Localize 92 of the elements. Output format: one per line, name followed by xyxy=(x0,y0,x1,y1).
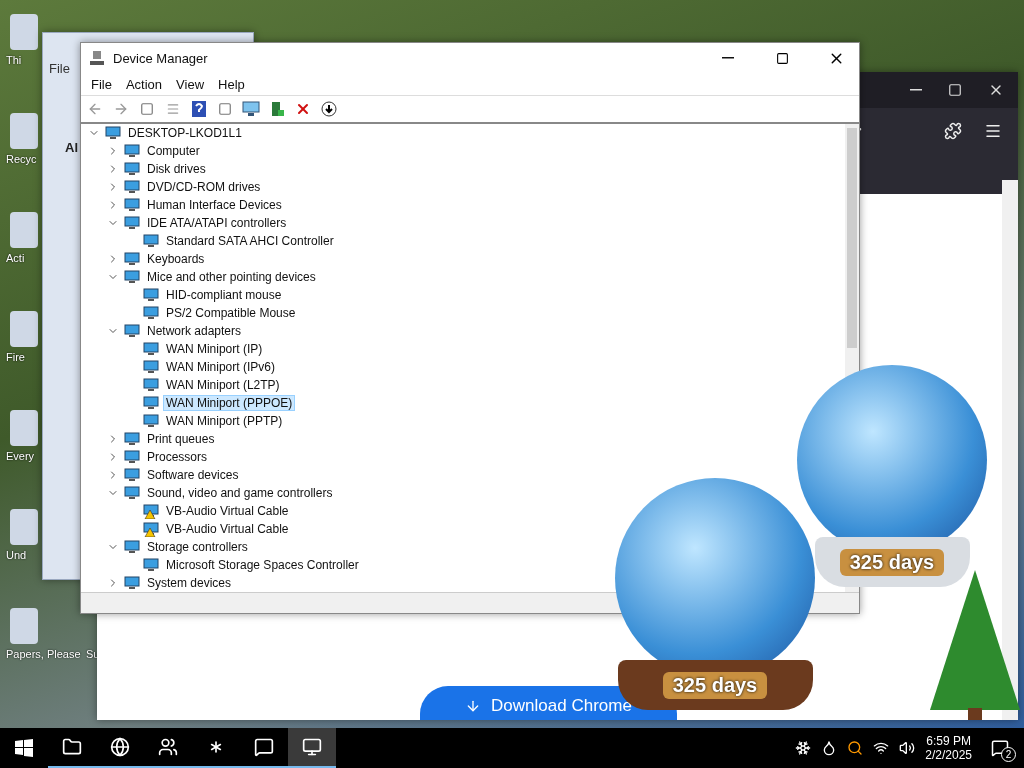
minimize-icon xyxy=(722,57,734,59)
tree-item[interactable]: Software devices xyxy=(144,467,242,483)
clock-time[interactable]: 6:59 PM xyxy=(926,734,971,748)
tree-item[interactable]: WAN Miniport (L2TP) xyxy=(163,377,283,393)
desktop-icon-label[interactable]: Every xyxy=(6,450,35,462)
desktop-icon-label[interactable]: Fire xyxy=(6,351,25,363)
monitor-icon xyxy=(302,737,322,757)
volume-icon[interactable] xyxy=(899,740,916,756)
countdown-label: 325 days xyxy=(839,548,945,576)
clock-date[interactable]: 2/2/2025 xyxy=(925,748,972,762)
scrollbar[interactable] xyxy=(1002,180,1018,720)
cross-icon xyxy=(295,101,311,117)
device-icon xyxy=(124,539,140,555)
window-icon xyxy=(140,102,154,116)
chat-bubble-icon xyxy=(991,739,1009,757)
tree-item[interactable]: IDE ATA/ATAPI controllers xyxy=(144,215,290,231)
tree-item[interactable]: Print queues xyxy=(144,431,218,447)
minimize-icon[interactable] xyxy=(910,89,922,91)
help-button[interactable] xyxy=(189,99,209,119)
desktop-icon-label[interactable]: Und xyxy=(6,549,27,561)
device-icon xyxy=(105,125,121,141)
tree-item[interactable]: Network adapters xyxy=(144,323,245,339)
search-icon[interactable] xyxy=(847,740,864,756)
tree-item[interactable]: Disk drives xyxy=(144,161,209,177)
chat-icon xyxy=(254,737,274,757)
tree-item[interactable]: HID-compliant mouse xyxy=(163,287,285,303)
device-icon xyxy=(124,467,140,483)
maximize-icon[interactable] xyxy=(948,83,962,97)
device-icon xyxy=(124,179,140,195)
tree-item[interactable]: System devices xyxy=(144,575,235,591)
device-icon xyxy=(124,449,140,465)
menu-icon[interactable] xyxy=(984,122,1002,140)
list-icon xyxy=(166,102,180,116)
folder-icon xyxy=(62,737,82,757)
device-icon xyxy=(124,575,140,591)
device-icon xyxy=(124,431,140,447)
tree-item[interactable]: Microsoft Storage Spaces Controller xyxy=(163,557,362,573)
tree-item[interactable]: Human Interface Devices xyxy=(144,197,285,213)
network-icon[interactable] xyxy=(873,740,890,756)
window-icon xyxy=(218,102,232,116)
countdown-label: 325 days xyxy=(662,671,768,699)
taskbar-app-button[interactable] xyxy=(288,728,336,768)
tree-item[interactable]: WAN Miniport (PPPOE) xyxy=(163,395,296,411)
tree-item[interactable]: WAN Miniport (PPTP) xyxy=(163,413,286,429)
puzzle-icon[interactable] xyxy=(944,122,962,140)
tree-item[interactable]: DESKTOP-LKOD1L1 xyxy=(125,125,245,141)
tree-item[interactable]: Sound, video and game controllers xyxy=(144,485,336,501)
desktop-icon-label[interactable]: Thi xyxy=(6,54,22,66)
tree-item[interactable]: Storage controllers xyxy=(144,539,251,555)
globe-icon xyxy=(110,737,130,757)
device-icon xyxy=(124,269,140,285)
device-icon xyxy=(124,161,140,177)
notification-count: 2 xyxy=(1001,747,1016,762)
tree-item[interactable]: Standard SATA AHCI Controller xyxy=(163,233,337,249)
help-icon xyxy=(192,101,206,117)
window-title: Device Manager xyxy=(113,50,209,66)
desktop-icon-label[interactable]: Recyc xyxy=(6,153,37,165)
menu-item[interactable]: View xyxy=(170,74,211,94)
device-icon xyxy=(124,215,140,231)
tree-item[interactable]: PS/2 Compatible Mouse xyxy=(163,305,299,321)
tree-item[interactable]: WAN Miniport (IPv6) xyxy=(163,359,278,375)
device-icon xyxy=(124,251,140,267)
tree-item[interactable]: Processors xyxy=(144,449,211,465)
disable-button[interactable] xyxy=(319,99,339,119)
tree-item[interactable]: Computer xyxy=(144,143,203,159)
scan-button[interactable] xyxy=(241,99,261,119)
menu-item[interactable]: File xyxy=(49,61,70,76)
windows-logo-icon xyxy=(15,739,33,757)
device-icon xyxy=(124,323,140,339)
notifications-button[interactable]: 2 xyxy=(982,728,1018,768)
tree-item[interactable]: VB-Audio Virtual Cable xyxy=(163,503,292,519)
tree-item[interactable]: WAN Miniport (IP) xyxy=(163,341,266,357)
people-icon xyxy=(158,737,178,757)
driver-icon xyxy=(270,101,284,117)
forward-arrow-icon xyxy=(113,101,129,117)
maximize-icon xyxy=(775,51,789,65)
tree-item[interactable]: Mice and other pointing devices xyxy=(144,269,319,285)
snowflake-icon[interactable] xyxy=(795,740,812,756)
menu-item[interactable]: Action xyxy=(119,74,169,94)
tab-label[interactable]: Al xyxy=(65,140,78,155)
monitor-icon xyxy=(242,101,260,117)
tree-item[interactable]: DVD/CD-ROM drives xyxy=(144,179,264,195)
device-icon xyxy=(124,143,140,159)
device-icon xyxy=(124,485,140,501)
computer-icon xyxy=(89,50,105,66)
tree-item[interactable]: Keyboards xyxy=(144,251,208,267)
menu-item[interactable]: Help xyxy=(212,74,251,94)
desktop-icon-label[interactable]: Acti xyxy=(6,252,25,264)
menu-item[interactable]: File xyxy=(85,74,118,94)
device-icon xyxy=(124,197,140,213)
desktop-icon-label[interactable]: Papers, Please xyxy=(6,648,81,660)
tree-item[interactable]: VB-Audio Virtual Cable xyxy=(163,521,292,537)
